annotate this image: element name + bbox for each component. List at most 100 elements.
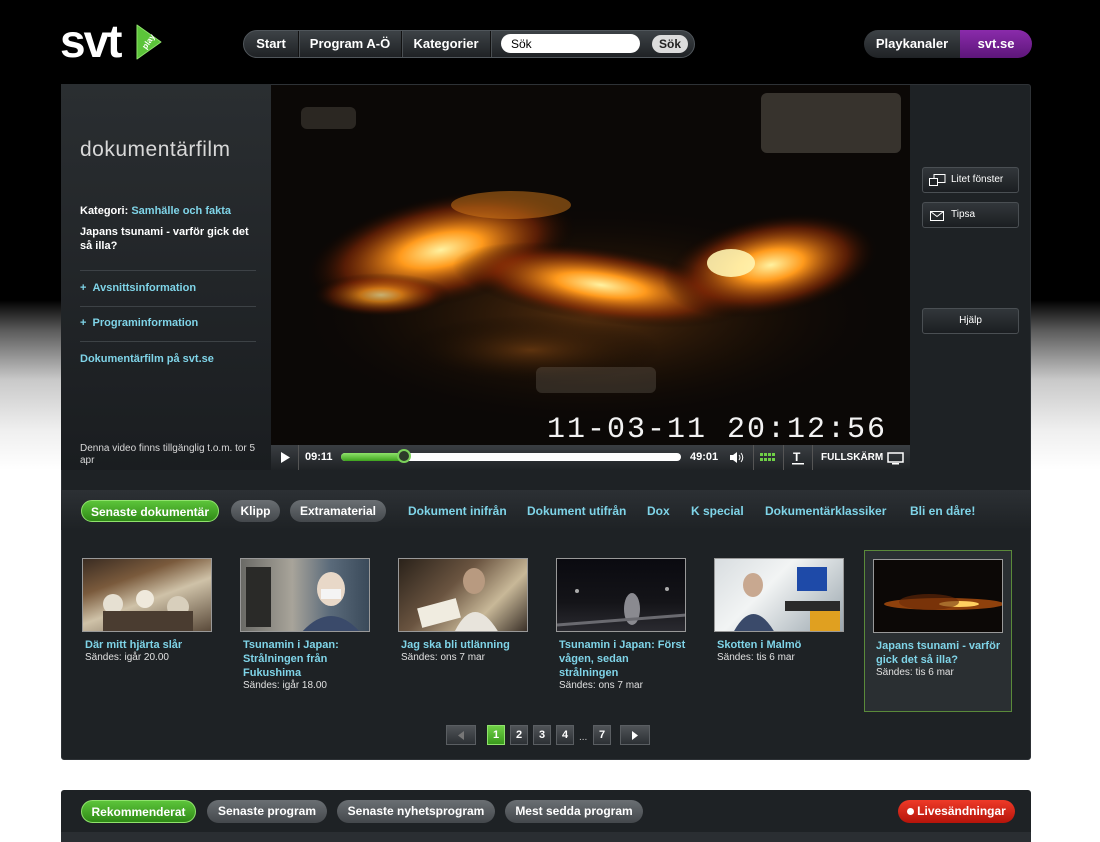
nav-program-a-o[interactable]: Program A-Ö bbox=[299, 31, 402, 57]
page-3[interactable]: 3 bbox=[533, 725, 551, 745]
tab-dox[interactable]: Dox bbox=[647, 504, 670, 518]
subtitles-icon[interactable]: T bbox=[792, 450, 804, 465]
search-button[interactable]: Sök bbox=[652, 35, 688, 53]
tips-button[interactable]: Tipsa bbox=[922, 202, 1019, 228]
small-window-icon bbox=[929, 174, 946, 186]
episode-thumbnail[interactable] bbox=[240, 558, 370, 632]
recommendations-content-strip bbox=[61, 832, 1031, 842]
envelope-icon bbox=[930, 211, 944, 221]
episode-title[interactable]: Tsunamin i Japan: Först vågen, sedan str… bbox=[559, 638, 691, 680]
previous-page-button[interactable] bbox=[446, 725, 476, 745]
episode-thumbnail[interactable] bbox=[82, 558, 212, 632]
program-page-link[interactable]: Dokumentärfilm på svt.se bbox=[80, 353, 214, 365]
video-timestamp-overlay: 11-03-11 20:12:56 bbox=[547, 413, 887, 445]
control-divider bbox=[298, 445, 299, 470]
episode-title[interactable]: Japans tsunami - varför gick det så illa… bbox=[876, 639, 1008, 667]
programinformation-label: Programinformation bbox=[92, 317, 199, 329]
livesandningar-label: Livesändningar bbox=[917, 804, 1006, 818]
playkanaler-link[interactable]: Playkanaler bbox=[864, 30, 960, 58]
kategori-line: Kategori: Samhälle och fakta bbox=[80, 205, 231, 217]
tab-dokumentarklassiker[interactable]: Dokumentärklassiker bbox=[765, 504, 886, 518]
episode-date: Sändes: ons 7 mar bbox=[401, 652, 485, 663]
episode-thumbnail[interactable] bbox=[873, 559, 1003, 633]
episode-date: Sändes: tis 6 mar bbox=[876, 667, 954, 678]
play-icon[interactable] bbox=[279, 451, 291, 464]
arrow-left-icon bbox=[458, 731, 464, 740]
episode-thumbnail[interactable] bbox=[556, 558, 686, 632]
episode-date: Sändes: igår 20.00 bbox=[85, 652, 169, 663]
kategori-label: Kategori: bbox=[80, 205, 129, 217]
tab-klipp[interactable]: Klipp bbox=[231, 500, 280, 522]
pagination-ellipsis: ... bbox=[579, 732, 588, 743]
tab-extramaterial[interactable]: Extramaterial bbox=[290, 500, 386, 522]
video-controls: 09:11 49:01 T FULLSKÄRM bbox=[271, 445, 910, 470]
page-1[interactable]: 1 bbox=[487, 725, 505, 745]
divider bbox=[80, 270, 256, 271]
tab-bli-en-dare[interactable]: Bli en dåre! bbox=[910, 504, 975, 518]
page-2[interactable]: 2 bbox=[510, 725, 528, 745]
fullscreen-button[interactable]: FULLSKÄRM bbox=[821, 452, 883, 463]
category-title: dokumentärfilm bbox=[80, 138, 231, 161]
tab-senaste-nyhetsprogram[interactable]: Senaste nyhetsprogram bbox=[337, 800, 495, 823]
episode-date: Sändes: ons 7 mar bbox=[559, 680, 643, 691]
help-button[interactable]: Hjälp bbox=[922, 308, 1019, 334]
kategori-link[interactable]: Samhälle och fakta bbox=[131, 205, 231, 217]
avsnittsinformation-toggle[interactable]: + Avsnittsinformation bbox=[80, 282, 196, 294]
tab-senaste-dokumentar[interactable]: Senaste dokumentär bbox=[81, 500, 219, 522]
control-divider bbox=[753, 445, 754, 470]
episode-title[interactable]: Jag ska bli utlänning bbox=[401, 638, 533, 652]
tips-label: Tipsa bbox=[951, 209, 976, 220]
page-4[interactable]: 4 bbox=[556, 725, 574, 745]
episode-thumbnail[interactable] bbox=[714, 558, 844, 632]
logo-text: svt bbox=[60, 15, 123, 67]
arrow-right-icon bbox=[632, 731, 638, 740]
small-window-label: Litet fönster bbox=[951, 174, 1004, 185]
divider bbox=[80, 306, 256, 307]
svt-play-logo[interactable]: svt play bbox=[60, 15, 170, 67]
svg-text:T: T bbox=[793, 450, 801, 464]
episode-thumbnail[interactable] bbox=[398, 558, 528, 632]
play-badge-icon: play bbox=[136, 24, 162, 60]
progress-handle[interactable] bbox=[397, 449, 411, 463]
progress-bar[interactable] bbox=[341, 449, 681, 463]
page-7[interactable]: 7 bbox=[593, 725, 611, 745]
tab-dokument-inifran[interactable]: Dokument inifrån bbox=[408, 504, 507, 518]
progress-fill bbox=[341, 453, 405, 461]
availability-note: Denna video finns tillgänglig t.o.m. tor… bbox=[80, 443, 256, 466]
tab-mest-sedda-program[interactable]: Mest sedda program bbox=[505, 800, 643, 823]
svtse-link[interactable]: svt.se bbox=[960, 30, 1032, 58]
avsnittsinformation-label: Avsnittsinformation bbox=[92, 282, 197, 294]
episode-date: Sändes: igår 18.00 bbox=[243, 680, 327, 691]
nav-start[interactable]: Start bbox=[244, 31, 299, 57]
divider bbox=[80, 341, 256, 342]
episode-title[interactable]: Tsunamin i Japan: Strålningen från Fukus… bbox=[243, 638, 375, 680]
episode-title: Japans tsunami - varför gick det så illa… bbox=[80, 226, 249, 252]
video-frame: 11-03-11 20:12:56 bbox=[271, 85, 910, 445]
livesandningar-button[interactable]: Livesändningar bbox=[898, 800, 1015, 823]
programinformation-toggle[interactable]: + Programinformation bbox=[80, 317, 198, 329]
episode-date: Sändes: tis 6 mar bbox=[717, 652, 795, 663]
current-time: 09:11 bbox=[305, 451, 333, 463]
control-divider bbox=[812, 445, 813, 470]
episode-title[interactable]: Skotten i Malmö bbox=[717, 638, 849, 652]
tab-dokument-utifran[interactable]: Dokument utifrån bbox=[527, 504, 626, 518]
small-window-button[interactable]: Litet fönster bbox=[922, 167, 1019, 193]
search-input[interactable] bbox=[501, 34, 640, 53]
nav-kategorier[interactable]: Kategorier bbox=[402, 31, 491, 57]
tab-k-special[interactable]: K special bbox=[691, 504, 744, 518]
plus-icon: + bbox=[80, 317, 93, 329]
episode-title[interactable]: Där mitt hjärta slår bbox=[85, 638, 217, 652]
next-page-button[interactable] bbox=[620, 725, 650, 745]
tab-rekommenderat[interactable]: Rekommenderat bbox=[81, 800, 196, 823]
plus-icon: + bbox=[80, 282, 93, 294]
channel-nav: Playkanaler svt.se bbox=[864, 30, 1032, 58]
fullscreen-icon[interactable] bbox=[887, 452, 904, 465]
tab-senaste-program[interactable]: Senaste program bbox=[207, 800, 327, 823]
main-nav: Start Program A-Ö Kategorier Sök bbox=[243, 30, 695, 58]
live-dot-icon bbox=[907, 808, 915, 815]
duration: 49:01 bbox=[690, 451, 719, 463]
quality-icon[interactable] bbox=[760, 453, 776, 462]
control-divider bbox=[783, 445, 784, 470]
video-player[interactable]: 11-03-11 20:12:56 bbox=[271, 85, 910, 445]
volume-icon[interactable] bbox=[729, 451, 745, 464]
